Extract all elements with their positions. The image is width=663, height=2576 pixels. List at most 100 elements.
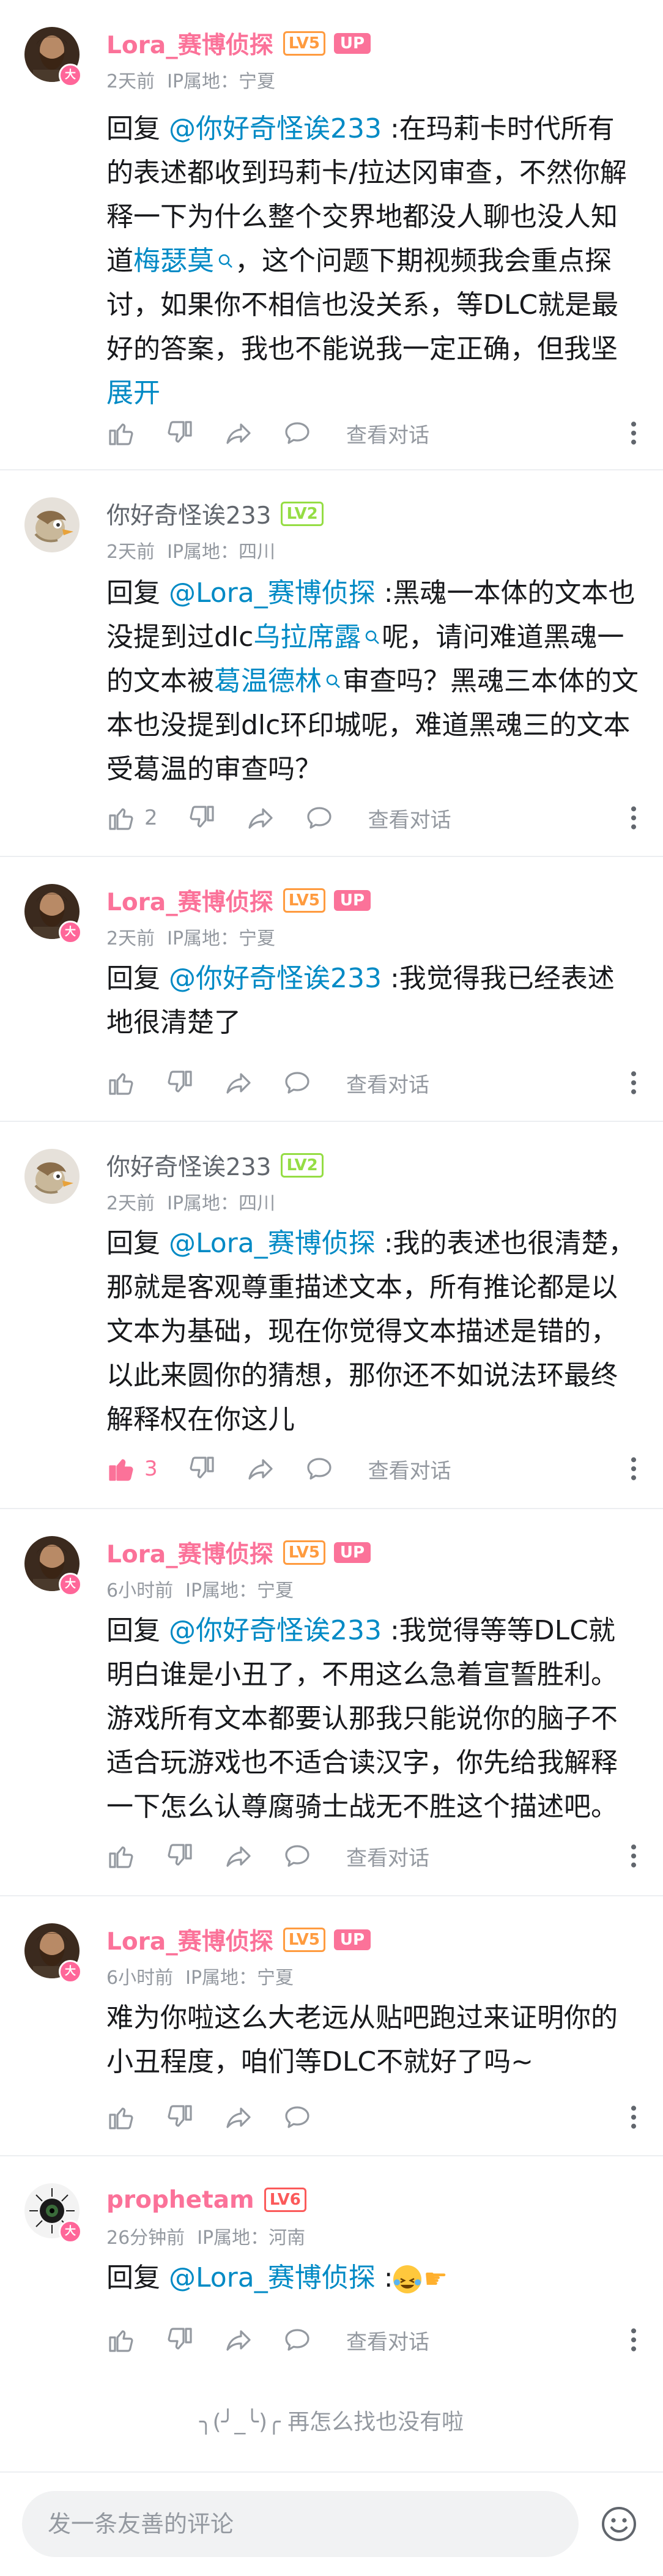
like-button[interactable]	[106, 2325, 136, 2355]
view-conversation-link[interactable]: 查看对话	[346, 1068, 429, 1098]
dislike-button[interactable]	[187, 1454, 217, 1483]
comment-text: 回复 @你好奇怪诶233 :我觉得我已经表述地很清楚了	[106, 957, 639, 1045]
like-count: 3	[144, 1457, 158, 1481]
dislike-button[interactable]	[165, 1841, 194, 1871]
more-icon	[629, 804, 639, 831]
comment-text: 难为你啦这么大老远从贴吧跑过来证明你的小丑程度，咱们等DLC不就好了吗~	[106, 1996, 639, 2084]
username[interactable]: Lora_赛博侦探	[106, 883, 273, 918]
like-button[interactable]: 3	[106, 1454, 158, 1483]
more-button[interactable]	[629, 415, 639, 451]
mention-link[interactable]: @你好奇怪诶233	[169, 1615, 382, 1646]
ip-location: IP属地：宁夏	[167, 71, 276, 92]
search-icon	[217, 252, 235, 270]
reply-prefix: 回复	[106, 113, 169, 144]
up-badge: UP	[333, 1929, 371, 1950]
comment-text: 回复 @Lora_赛博侦探 :黑魂一本体的文本也没提到过dlc 乌拉席露 呢，请问难…	[106, 571, 639, 792]
mention-link[interactable]: @Lora_赛博侦探	[169, 577, 376, 609]
comment-input-bar: 发一条友善的评论	[0, 2471, 663, 2576]
more-button[interactable]	[629, 1450, 639, 1487]
comment-icon	[305, 1454, 334, 1483]
username[interactable]: Lora_赛博侦探	[106, 1923, 273, 1957]
search-icon	[363, 628, 382, 647]
share-icon	[224, 1068, 253, 1097]
share-icon	[224, 418, 253, 448]
share-button[interactable]	[224, 2325, 253, 2355]
ip-location: IP属地：四川	[167, 541, 276, 563]
comment-icon	[283, 1068, 312, 1097]
share-button[interactable]	[224, 2103, 253, 2132]
comment-text: 回复 @你好奇怪诶233 :我觉得等等DLC就明白谁是小丑了，不用这么急着宣誓胜…	[106, 1609, 639, 1829]
avatar[interactable]	[24, 1149, 80, 1204]
dislike-button[interactable]	[165, 2325, 194, 2355]
comment-item: 大 prophetam LV6 26分钟前 IP属地：河南 回复 @Lora_赛博…	[0, 2156, 663, 2379]
comment-item: 大 Lora_赛博侦探 LV5 UP 2天前 IP属地：宁夏 回复 @你好奇怪诶2…	[0, 0, 663, 470]
more-button[interactable]	[629, 2099, 639, 2136]
search-link[interactable]: 乌拉席露	[253, 615, 382, 659]
username[interactable]: 你好奇怪诶233	[106, 1148, 271, 1182]
username[interactable]: prophetam	[106, 2186, 254, 2214]
username[interactable]: Lora_赛博侦探	[106, 26, 273, 61]
comment-input[interactable]: 发一条友善的评论	[22, 2491, 579, 2557]
mention-link[interactable]: @Lora_赛博侦探	[169, 2262, 376, 2293]
more-icon	[629, 420, 639, 447]
comment-icon	[283, 2325, 312, 2355]
comment-item: 大 Lora_赛博侦探 LV5 UP 2天前 IP属地：宁夏 回复 @你好奇怪诶2…	[0, 857, 663, 1122]
comment-time: 6小时前	[106, 1967, 174, 1989]
dislike-button[interactable]	[165, 1068, 194, 1097]
view-conversation-link[interactable]: 查看对话	[368, 1454, 451, 1484]
reply-button[interactable]	[283, 2325, 312, 2355]
reply-prefix: 回复	[106, 2262, 169, 2293]
expand-button[interactable]: 展开	[106, 377, 160, 409]
like-button[interactable]	[106, 418, 136, 448]
share-button[interactable]	[224, 1841, 253, 1871]
dislike-icon	[165, 1068, 194, 1097]
mention-link[interactable]: @Lora_赛博侦探	[169, 1228, 376, 1259]
reply-button[interactable]	[283, 418, 312, 448]
more-button[interactable]	[629, 2322, 639, 2358]
mention-link[interactable]: @你好奇怪诶233	[169, 963, 382, 994]
dislike-icon	[165, 2103, 194, 2132]
dislike-button[interactable]	[187, 803, 217, 833]
user-badge-icon: 大	[59, 921, 82, 944]
like-button[interactable]	[106, 2103, 136, 2132]
share-button[interactable]	[224, 418, 253, 448]
more-button[interactable]	[629, 1064, 639, 1101]
comment-item: 大 Lora_赛博侦探 LV5 UP 6小时前 IP属地：宁夏 难为你啦这么大老远…	[0, 1896, 663, 2156]
ip-location: IP属地：宁夏	[167, 928, 276, 949]
ip-location: IP属地：四川	[167, 1193, 276, 1214]
share-button[interactable]	[246, 803, 275, 833]
more-button[interactable]	[629, 800, 639, 836]
level-badge: LV5	[283, 1928, 325, 1952]
view-conversation-link[interactable]: 查看对话	[346, 1841, 429, 1871]
share-button[interactable]	[224, 1068, 253, 1097]
comment-text: 回复 @Lora_赛博侦探 : ☛	[106, 2256, 639, 2301]
dislike-icon	[165, 1841, 194, 1871]
search-link[interactable]: 葛温德林	[214, 659, 343, 703]
level-badge: LV2	[281, 502, 324, 526]
mention-link[interactable]: @你好奇怪诶233	[169, 113, 382, 144]
reply-button[interactable]	[283, 2103, 312, 2132]
username[interactable]: Lora_赛博侦探	[106, 1535, 273, 1570]
more-button[interactable]	[629, 1838, 639, 1874]
like-button[interactable]: 2	[106, 803, 158, 833]
dislike-icon	[165, 2325, 194, 2355]
like-button[interactable]	[106, 1068, 136, 1097]
reply-button[interactable]	[283, 1841, 312, 1871]
reply-button[interactable]	[283, 1068, 312, 1097]
dislike-button[interactable]	[165, 2103, 194, 2132]
username[interactable]: 你好奇怪诶233	[106, 497, 271, 531]
share-button[interactable]	[246, 1454, 275, 1483]
reply-button[interactable]	[305, 803, 334, 833]
view-conversation-link[interactable]: 查看对话	[346, 2325, 429, 2355]
like-icon	[106, 803, 136, 833]
reply-button[interactable]	[305, 1454, 334, 1483]
like-icon	[106, 1841, 136, 1871]
comment-time: 26分钟前	[106, 2227, 185, 2249]
search-link[interactable]: 梅瑟莫	[133, 239, 235, 283]
emoji-icon[interactable]	[599, 2504, 639, 2544]
dislike-button[interactable]	[165, 418, 194, 448]
avatar[interactable]	[24, 497, 80, 552]
like-button[interactable]	[106, 1841, 136, 1871]
view-conversation-link[interactable]: 查看对话	[346, 418, 429, 448]
view-conversation-link[interactable]: 查看对话	[368, 803, 451, 833]
